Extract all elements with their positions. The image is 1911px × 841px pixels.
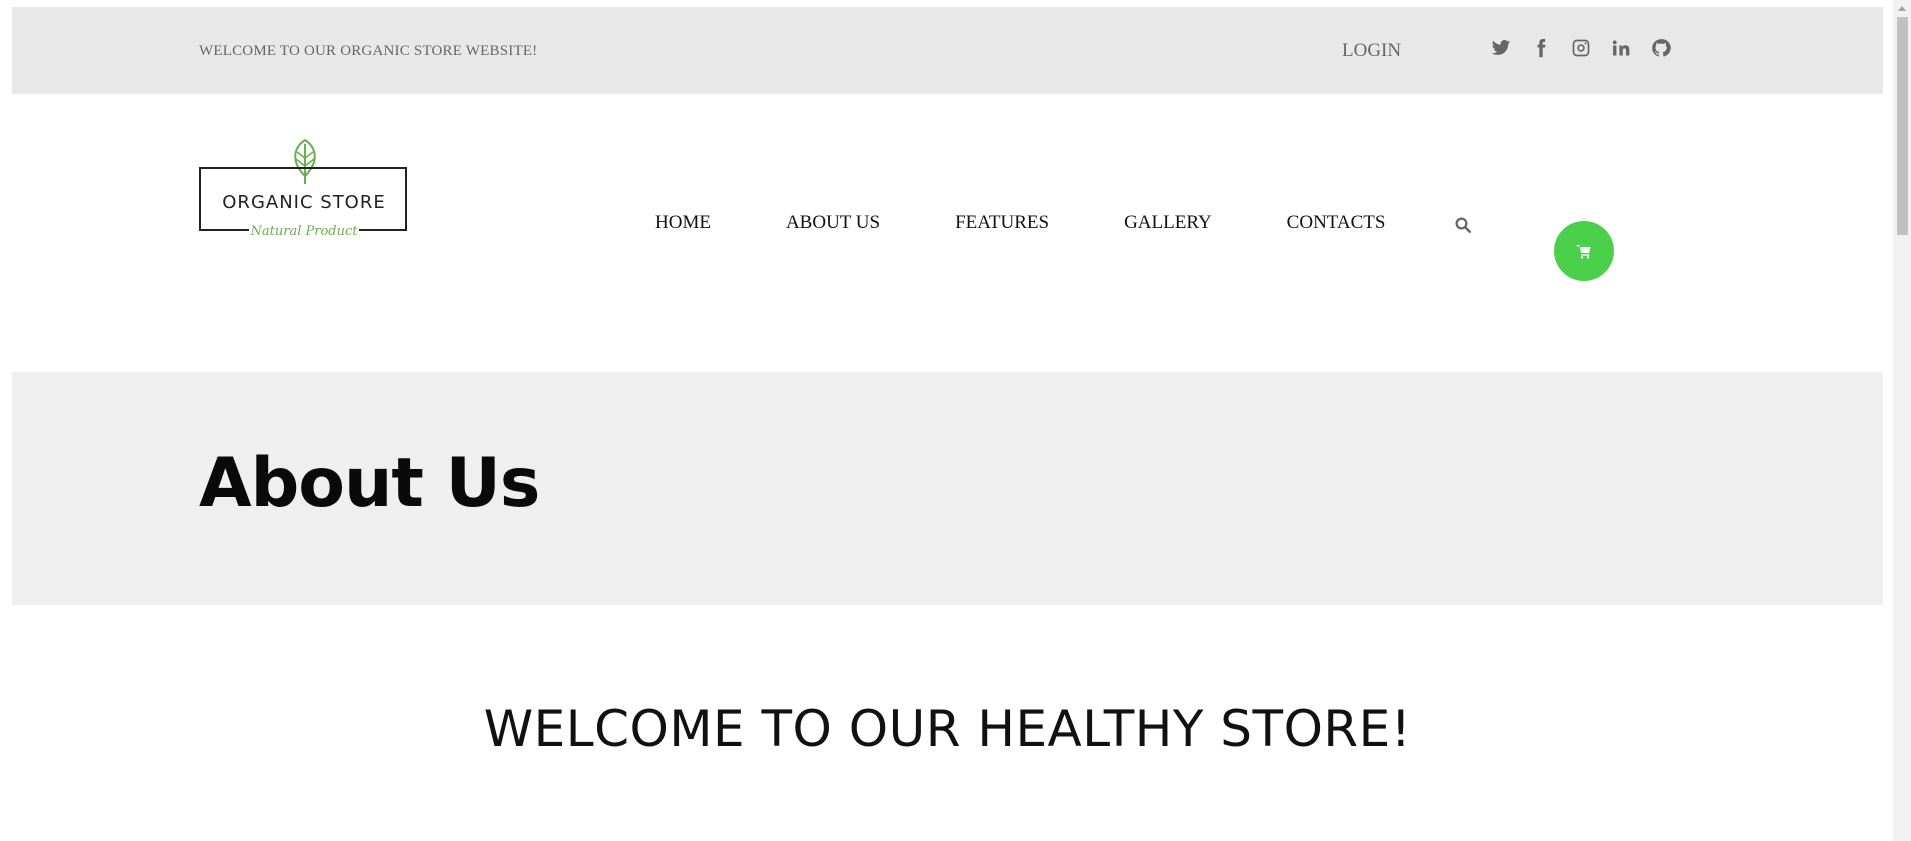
welcome-text: WELCOME TO OUR ORGANIC STORE WEBSITE! bbox=[199, 43, 538, 59]
search-button[interactable] bbox=[1454, 216, 1474, 236]
page-banner: About Us bbox=[12, 372, 1883, 605]
scroll-up-arrow[interactable] bbox=[1898, 6, 1906, 11]
instagram-icon[interactable] bbox=[1570, 37, 1592, 59]
nav-features[interactable]: FEATURES bbox=[955, 212, 1049, 234]
logo-tagline: Natural Product bbox=[249, 224, 359, 239]
twitter-icon[interactable] bbox=[1490, 37, 1512, 59]
github-icon[interactable] bbox=[1650, 37, 1672, 59]
section-heading: WELCOME TO OUR HEALTHY STORE! bbox=[483, 700, 1412, 758]
top-bar: WELCOME TO OUR ORGANIC STORE WEBSITE! LO… bbox=[12, 7, 1883, 94]
cart-button[interactable] bbox=[1554, 221, 1614, 281]
page: WELCOME TO OUR ORGANIC STORE WEBSITE! LO… bbox=[12, 7, 1883, 605]
login-link[interactable]: LOGIN bbox=[1342, 40, 1401, 62]
nav-home[interactable]: HOME bbox=[655, 212, 711, 234]
linkedin-icon[interactable] bbox=[1610, 37, 1632, 59]
logo-name: ORGANIC STORE bbox=[222, 192, 386, 213]
social-links bbox=[1490, 37, 1672, 59]
store-logo[interactable]: ORGANIC STORE Natural Product bbox=[199, 138, 411, 248]
page-title: About Us bbox=[199, 444, 540, 523]
nav-about-us[interactable]: ABOUT US bbox=[786, 212, 880, 234]
site-header: ORGANIC STORE Natural Product HOME ABOUT… bbox=[12, 94, 1883, 372]
scrollbar-thumb[interactable] bbox=[1897, 17, 1908, 235]
facebook-icon[interactable] bbox=[1530, 37, 1552, 59]
nav-gallery[interactable]: GALLERY bbox=[1124, 212, 1212, 234]
main-nav: HOME ABOUT US FEATURES GALLERY CONTACTS bbox=[655, 212, 1385, 234]
scrollbar[interactable] bbox=[1893, 0, 1911, 841]
cart-icon bbox=[1576, 245, 1591, 259]
nav-contacts[interactable]: CONTACTS bbox=[1287, 212, 1386, 234]
search-icon bbox=[1455, 217, 1471, 233]
